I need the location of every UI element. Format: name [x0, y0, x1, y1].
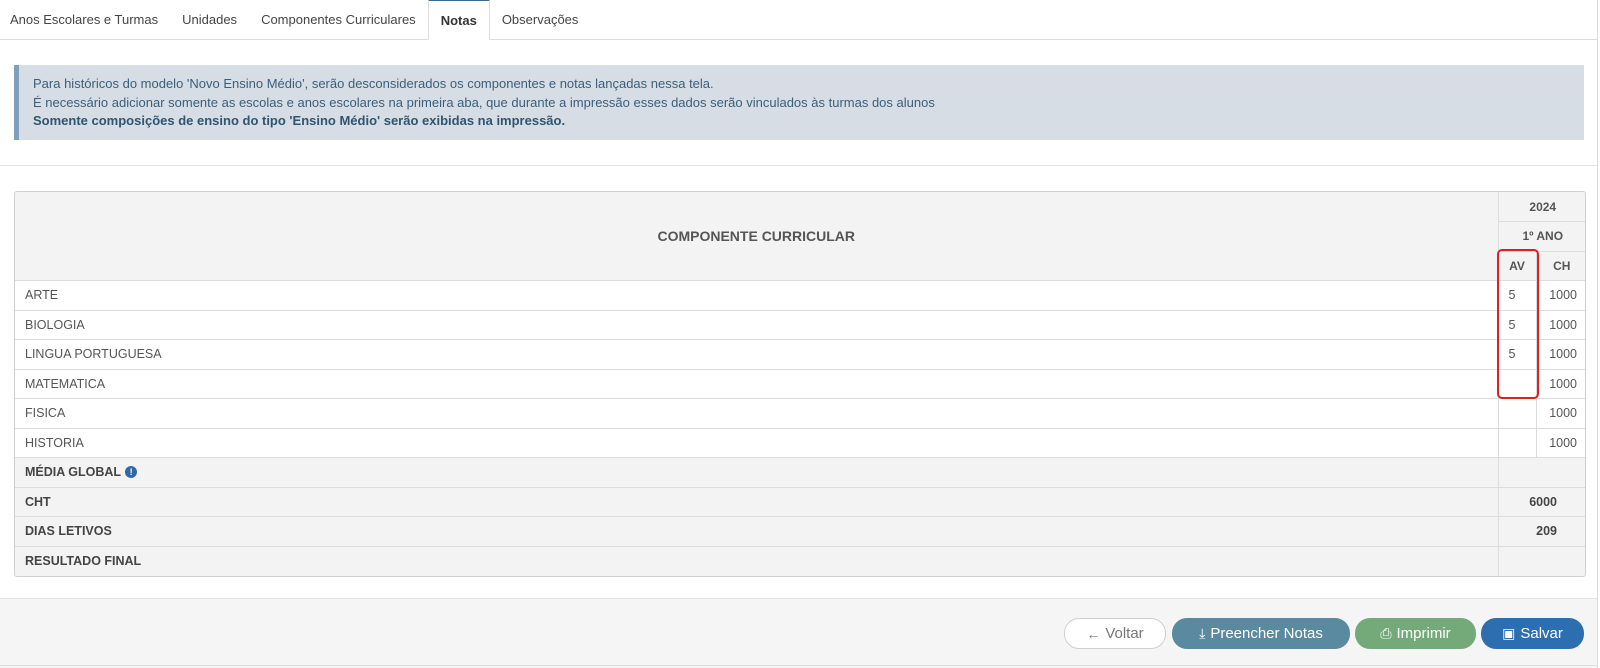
media-global-label: MÉDIA GLOBAL [25, 465, 122, 480]
component-name: MATEMATICA [15, 368, 1499, 399]
av-cell[interactable] [1497, 368, 1537, 399]
av-cell[interactable] [1497, 427, 1537, 458]
download-icon: ⤓ [1199, 625, 1206, 641]
dias-letivos-value: 209 [1497, 516, 1585, 547]
ch-cell: 1000 [1535, 368, 1585, 399]
table-row: ARTE 5 1000 [15, 280, 1585, 311]
dias-letivos-label: DIAS LETIVOS [15, 516, 1499, 547]
summary-row-dias-letivos: DIAS LETIVOS 209 [15, 516, 1585, 547]
footer-bottom-line [0, 665, 1597, 666]
ch-cell: 1000 [1535, 339, 1585, 370]
av-cell[interactable] [1497, 398, 1537, 429]
av-cell[interactable]: 5 [1497, 309, 1537, 340]
imprimir-label: Imprimir [1396, 625, 1451, 642]
av-cell[interactable]: 5 [1497, 339, 1537, 370]
section-divider [0, 165, 1597, 166]
voltar-button[interactable]: ← Voltar [1064, 618, 1166, 649]
cht-value: 6000 [1497, 486, 1585, 517]
preencher-notas-label: Preencher Notas [1210, 625, 1323, 642]
action-footer: ← Voltar ⤓ Preencher Notas ⎙ Imprimir ▣ … [0, 598, 1597, 668]
save-icon: ▣ [1502, 625, 1516, 641]
tab-observacoes[interactable]: Observações [490, 0, 591, 39]
summary-row-resultado-final: RESULTADO FINAL [15, 545, 1585, 576]
ch-cell: 1000 [1535, 398, 1585, 429]
table-row: FISICA 1000 [15, 398, 1585, 429]
tab-bar: Anos Escolares e Turmas Unidades Compone… [0, 0, 1597, 40]
media-global-value [1497, 457, 1585, 488]
arrow-left-icon: ← [1086, 625, 1101, 642]
resultado-final-value [1497, 545, 1585, 576]
component-name: FISICA [15, 398, 1499, 429]
ch-cell: 1000 [1535, 427, 1585, 458]
table-row: LINGUA PORTUGUESA 5 1000 [15, 339, 1585, 370]
info-alert: Para históricos do modelo 'Novo Ensino M… [14, 65, 1584, 140]
ch-cell: 1000 [1535, 309, 1585, 340]
tab-componentes-curriculares[interactable]: Componentes Curriculares [249, 0, 428, 39]
tab-unidades[interactable]: Unidades [170, 0, 249, 39]
imprimir-button[interactable]: ⎙ Imprimir [1355, 618, 1476, 649]
info-icon[interactable]: ! [125, 466, 138, 479]
component-name: HISTORIA [15, 427, 1499, 458]
table-row: HISTORIA 1000 [15, 427, 1585, 458]
table-row: BIOLOGIA 5 1000 [15, 309, 1585, 340]
table-row: MATEMATICA 1000 [15, 368, 1585, 399]
info-line-2: É necessário adicionar somente as escola… [33, 94, 935, 110]
header-av: AV [1497, 250, 1537, 281]
page-right-border [1597, 0, 1598, 668]
info-line-3: Somente composições de ensino do tipo 'E… [33, 113, 566, 128]
header-componente-curricular: COMPONENTE CURRICULAR [15, 192, 1499, 281]
component-name: LINGUA PORTUGUESA [15, 339, 1499, 370]
av-cell[interactable]: 5 [1497, 280, 1537, 311]
resultado-final-label: RESULTADO FINAL [15, 545, 1499, 576]
voltar-label: Voltar [1105, 625, 1144, 642]
ch-cell: 1000 [1535, 280, 1585, 311]
cht-label: CHT [15, 486, 1499, 517]
info-line-1: Para históricos do modelo 'Novo Ensino M… [33, 76, 714, 91]
salvar-label: Salvar [1520, 625, 1563, 642]
page: Anos Escolares e Turmas Unidades Compone… [0, 0, 1600, 668]
tab-anos-escolares-e-turmas[interactable]: Anos Escolares e Turmas [0, 0, 170, 39]
preencher-notas-button[interactable]: ⤓ Preencher Notas [1172, 618, 1350, 649]
salvar-button[interactable]: ▣ Salvar [1481, 618, 1584, 649]
print-icon: ⎙ [1380, 625, 1392, 641]
header-ch: CH [1535, 250, 1585, 281]
summary-row-media-global: MÉDIA GLOBAL! [15, 457, 1585, 488]
header-serie: 1º ANO [1497, 221, 1585, 252]
media-global-label-cell: MÉDIA GLOBAL! [15, 457, 1499, 488]
summary-row-cht: CHT 6000 [15, 486, 1585, 517]
component-name: BIOLOGIA [15, 309, 1499, 340]
component-name: ARTE [15, 280, 1499, 311]
grades-table: COMPONENTE CURRICULAR 2024 1º ANO AV CH … [14, 191, 1586, 577]
header-year: 2024 [1497, 192, 1585, 222]
tab-notas[interactable]: Notas [427, 0, 490, 40]
